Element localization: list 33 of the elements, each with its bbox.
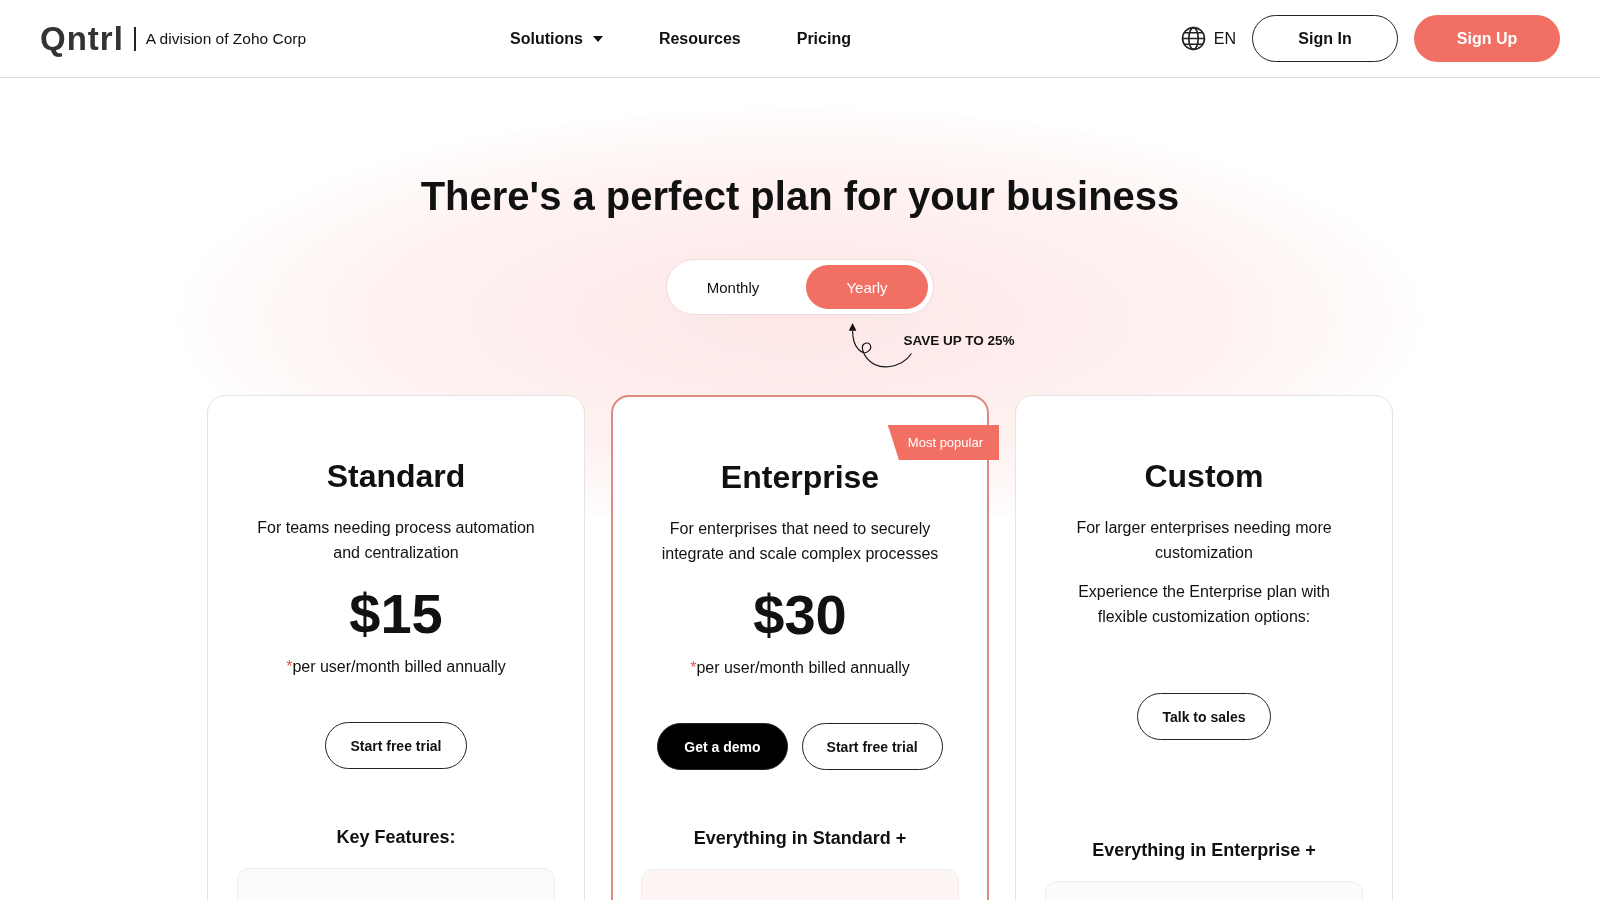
tagline: A division of Zoho Corp bbox=[145, 29, 307, 48]
caret-icon bbox=[592, 35, 603, 42]
asterisk: * bbox=[690, 659, 697, 676]
nav-link[interactable]: Solutions bbox=[510, 29, 603, 48]
plan-button[interactable]: Start free trial bbox=[325, 722, 467, 769]
globe-icon[interactable] bbox=[1180, 26, 1206, 51]
nav-link[interactable]: Resources bbox=[658, 29, 741, 48]
plan-button[interactable]: Start free trial bbox=[801, 723, 943, 770]
plan-description: For enterprises that need to securely integrate and scale complex processes bbox=[660, 519, 940, 564]
plan-name: Standard bbox=[326, 458, 466, 495]
popular-ribbon: Most popular bbox=[887, 425, 999, 460]
plan-button[interactable]: Talk to sales bbox=[1137, 693, 1271, 740]
price-note: per user/month billed annually bbox=[696, 659, 910, 676]
plan-button[interactable]: Get a demo bbox=[657, 723, 788, 770]
page-title: There's a perfect plan for your business bbox=[420, 174, 1180, 219]
sign-in-button[interactable]: Sign In bbox=[1252, 15, 1398, 62]
plan-name: Custom bbox=[1144, 458, 1264, 495]
language-label[interactable]: EN bbox=[1213, 29, 1236, 48]
plan-price: $30 bbox=[753, 582, 847, 647]
billing-option[interactable]: Monthly bbox=[672, 265, 794, 309]
plan-price: $15 bbox=[349, 581, 443, 646]
features-heading: Key Features: bbox=[336, 827, 456, 848]
plan-description: For teams needing process automation and centralization bbox=[256, 518, 536, 563]
plan-name: Enterprise bbox=[720, 459, 880, 496]
features-heading: Everything in Standard + bbox=[693, 828, 907, 849]
plan-description: For larger enterprises needing more customization bbox=[1075, 518, 1333, 563]
price-note: per user/month billed annually bbox=[292, 658, 506, 675]
asterisk: * bbox=[286, 658, 293, 675]
nav-link[interactable]: Pricing bbox=[796, 29, 851, 48]
plan-description: Experience the Enterprise plan with flexible customization options: bbox=[1077, 582, 1331, 627]
savings-label: SAVE UP TO 25% bbox=[903, 332, 1015, 348]
features-heading: Everything in Enterprise + bbox=[1092, 840, 1316, 861]
logo[interactable]: Qntrl bbox=[40, 19, 124, 58]
